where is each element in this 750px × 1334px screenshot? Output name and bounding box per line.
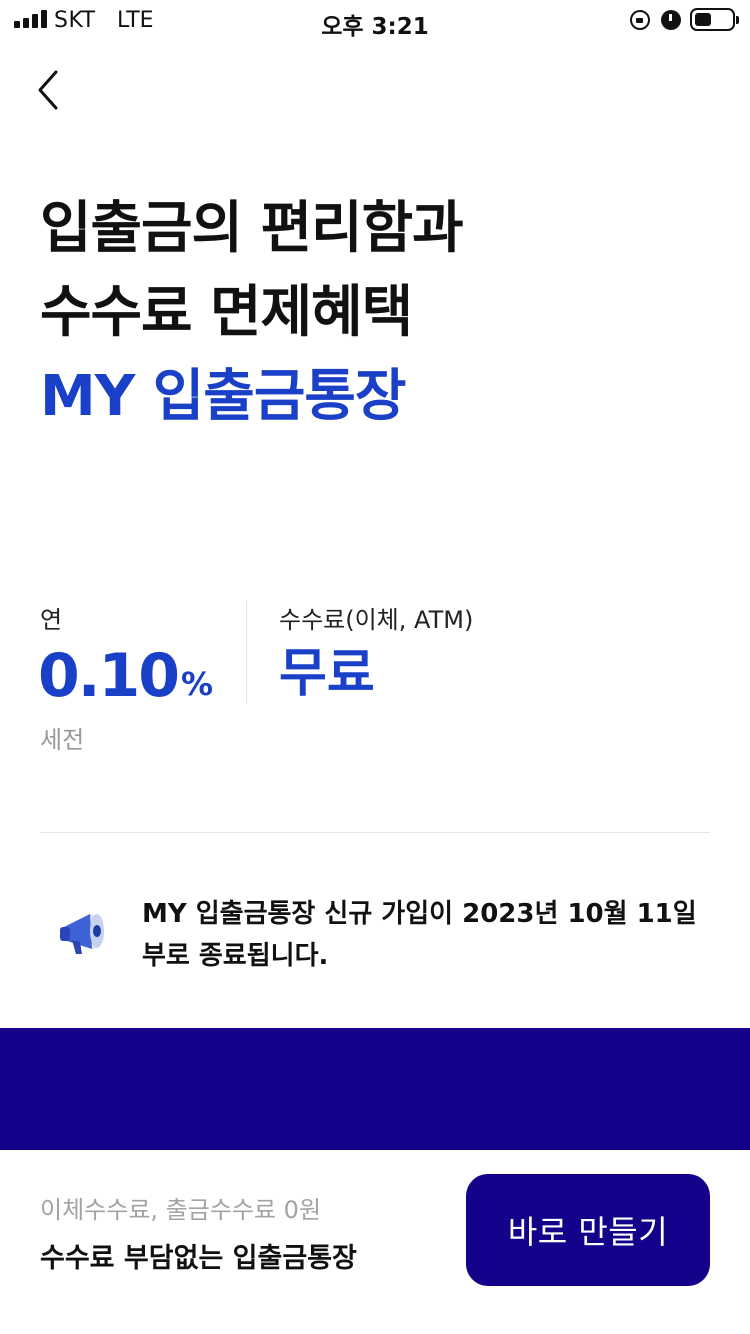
chevron-left-icon — [38, 70, 58, 110]
interest-rate-value: 0.10 — [38, 641, 180, 711]
stats-divider — [246, 600, 247, 704]
hero-title-line-2: 수수료 면제혜택 — [40, 280, 413, 345]
promo-banner[interactable] — [0, 1028, 750, 1150]
back-button[interactable] — [28, 66, 72, 114]
notice-message: MY 입출금통장 신규 가입이 2023년 10월 11일부로 종료됩니다. — [142, 899, 697, 971]
lock-rotation-icon — [630, 10, 650, 30]
hero-title-line-1: 입출금의 편리함과 — [40, 196, 464, 261]
interest-rate-unit: % — [181, 665, 214, 703]
bottom-subtitle: 이체수수료, 출금수수료 0원 — [40, 1196, 322, 1224]
alarm-icon — [661, 10, 681, 30]
status-bar: SKT LTE 오후 3:21 — [0, 0, 750, 42]
product-name: MY 입출금통장 — [40, 364, 406, 429]
megaphone-icon — [56, 902, 114, 962]
battery-icon — [690, 8, 739, 31]
fee-value: 무료 — [279, 644, 375, 704]
bottom-cta-bar: 이체수수료, 출금수수료 0원 수수료 부담없는 입출금통장 바로 만들기 — [0, 1150, 750, 1334]
bottom-title: 수수료 부담없는 입출금통장 — [40, 1243, 357, 1274]
rate-caption: 연 — [40, 606, 63, 634]
fee-caption: 수수료(이체, ATM) — [279, 606, 474, 634]
section-divider — [40, 832, 710, 833]
account-product-page: SKT LTE 오후 3:21 입출금의 편리함과 수수료 면제혜택 MY 입출… — [0, 0, 750, 1334]
create-account-button[interactable]: 바로 만들기 — [466, 1174, 710, 1286]
rate-note: 세전 — [40, 726, 85, 754]
